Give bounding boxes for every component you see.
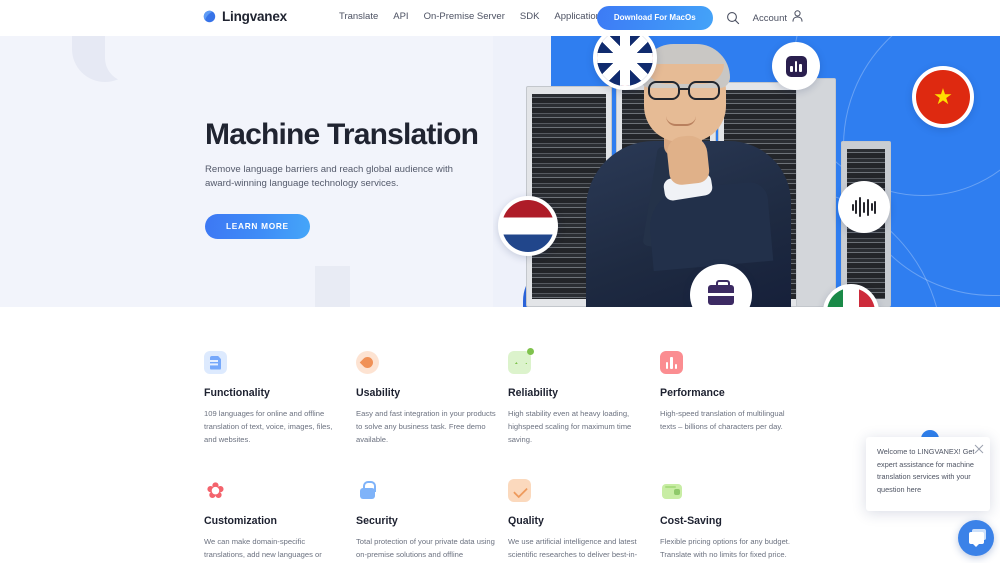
china-flag-star: ★ bbox=[916, 70, 970, 124]
hero-subtitle: Remove language barriers and reach globa… bbox=[205, 163, 453, 190]
feature-title: Usability bbox=[356, 387, 401, 399]
server-rack-side-panel bbox=[796, 78, 836, 307]
features-section: Functionality 109 languages for online a… bbox=[0, 307, 1000, 562]
checkmark-icon bbox=[508, 479, 531, 503]
nav-link-api[interactable]: API bbox=[393, 11, 408, 22]
nav-link-label: API bbox=[393, 11, 409, 22]
chat-bubble-icon[interactable] bbox=[958, 520, 994, 556]
feature-card-cost-saving: Cost-Saving Flexible pricing options for… bbox=[660, 479, 800, 562]
audio-wave-badge-icon bbox=[838, 181, 890, 233]
leaf-icon bbox=[356, 351, 379, 374]
feature-card-reliability: Reliability High stability even at heavy… bbox=[508, 348, 648, 446]
logo[interactable]: Lingvanex bbox=[203, 9, 287, 24]
nav-link-label: Translate bbox=[339, 11, 379, 22]
page-title: Machine Translation bbox=[205, 118, 479, 151]
feature-description: 109 languages for online and offline tra… bbox=[204, 409, 333, 444]
feature-card-functionality: Functionality 109 languages for online a… bbox=[204, 351, 344, 446]
nav-link-label: SDK bbox=[519, 11, 540, 22]
hero-decoration-square bbox=[315, 266, 350, 307]
feature-description: We can make domain-specific translations… bbox=[204, 537, 322, 559]
document-icon bbox=[204, 351, 227, 374]
feature-description: We use artificial intelligence and lates… bbox=[508, 537, 638, 559]
feature-description: Total protection of your private data us… bbox=[356, 537, 495, 559]
hero-image: ★ bbox=[493, 36, 1000, 307]
hero-copy: Machine Translation Remove language barr… bbox=[205, 118, 495, 239]
china-flag-badge: ★ bbox=[912, 66, 974, 128]
features-grid: Functionality 109 languages for online a… bbox=[204, 348, 804, 562]
nav-links: Translate API On-Premise Server SDK Appl… bbox=[339, 11, 615, 22]
account-label: Account bbox=[752, 12, 787, 24]
eyeglasses bbox=[646, 81, 724, 100]
logo-text: Lingvanex bbox=[222, 9, 287, 24]
feature-title: Performance bbox=[660, 387, 725, 399]
chat-welcome-message: Welcome to LINGVANEX! Get expert assista… bbox=[877, 447, 975, 494]
feature-title: Cost-Saving bbox=[660, 515, 722, 528]
learn-more-button[interactable]: LEARN MORE bbox=[205, 213, 310, 239]
feature-title: Customization bbox=[204, 515, 277, 528]
hero-section: Machine Translation Remove language barr… bbox=[0, 36, 1000, 307]
chat-welcome-popup: Welcome to LINGVANEX! Get expert assista… bbox=[866, 437, 990, 511]
nav-link-label: On-Premise Server bbox=[423, 11, 505, 22]
wallet-icon bbox=[660, 479, 683, 502]
user-icon bbox=[792, 9, 803, 27]
nav-link-on-premise-server[interactable]: On-Premise Server bbox=[424, 11, 505, 22]
feature-title: Reliability bbox=[508, 387, 559, 399]
bar-chart-badge-icon bbox=[772, 42, 820, 90]
lingvanex-droplet-logo-icon bbox=[203, 10, 216, 23]
feature-description: Easy and fast integration in your produc… bbox=[356, 409, 496, 444]
top-navbar: Lingvanex Translate API On-Premise Serve… bbox=[0, 0, 1000, 36]
netherlands-flag-badge bbox=[498, 196, 558, 256]
feature-description: High stability even at heavy loading, hi… bbox=[508, 409, 632, 444]
nav-actions: Download For MacOs Account bbox=[596, 6, 803, 30]
feature-card-security: Security Total protection of your privat… bbox=[356, 479, 496, 562]
feature-title: Quality bbox=[508, 515, 544, 528]
close-icon[interactable] bbox=[974, 441, 984, 454]
feature-title: Functionality bbox=[204, 387, 270, 399]
feature-title: Security bbox=[356, 515, 398, 528]
chart-growth-icon bbox=[508, 348, 534, 374]
nav-link-translate[interactable]: Translate bbox=[339, 11, 378, 22]
feature-card-customization: Customization We can make domain-specifi… bbox=[204, 479, 344, 562]
lock-icon bbox=[356, 479, 379, 502]
feature-description: High-speed translation of multilingual t… bbox=[660, 409, 785, 431]
bar-chart-icon bbox=[660, 351, 683, 374]
feature-card-performance: Performance High-speed translation of mu… bbox=[660, 351, 800, 446]
account-button[interactable]: Account bbox=[753, 9, 803, 27]
nav-link-sdk[interactable]: SDK bbox=[520, 11, 540, 22]
feature-card-usability: Usability Easy and fast integration in y… bbox=[356, 351, 496, 446]
feature-card-quality: Quality We use artificial intelligence a… bbox=[508, 479, 648, 562]
search-icon[interactable] bbox=[726, 11, 740, 25]
feature-description: Flexible pricing options for any budget.… bbox=[660, 537, 791, 559]
flower-gear-icon bbox=[204, 479, 227, 502]
download-for-macos-button[interactable]: Download For MacOs bbox=[596, 6, 713, 30]
